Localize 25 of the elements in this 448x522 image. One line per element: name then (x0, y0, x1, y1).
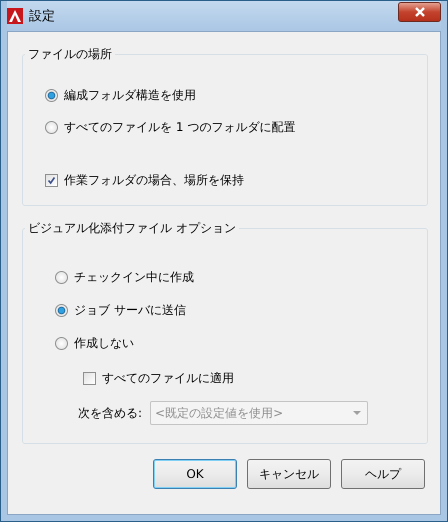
radio-label[interactable]: すべてのファイルを 1 つのフォルダに配置 (64, 119, 296, 136)
radio-button[interactable] (55, 304, 68, 317)
close-button[interactable] (398, 2, 441, 22)
radio-button[interactable] (45, 121, 58, 134)
include-label: 次を含める: (78, 404, 142, 422)
checkbox-label[interactable]: 作業フォルダの場合、場所を保持 (64, 172, 244, 189)
group-title: ファイルの場所 (27, 46, 113, 63)
checkbox[interactable] (45, 174, 58, 187)
dialog-button[interactable]: キャンセル (247, 459, 331, 489)
app-logo-icon (7, 8, 23, 24)
window-title: 設定 (29, 8, 55, 25)
radio-button[interactable] (45, 89, 58, 102)
dropdown-caret-icon (353, 411, 362, 415)
checkbox-label[interactable]: すべてのファイルに適用 (102, 370, 234, 387)
radio-label[interactable]: ジョブ サーバに送信 (74, 302, 186, 319)
radio-label[interactable]: チェックイン中に作成 (74, 269, 194, 286)
checkbox[interactable] (83, 372, 96, 385)
dialog-button[interactable]: ヘルプ (341, 459, 425, 489)
radio-label[interactable]: 作成しない (74, 335, 134, 352)
radio-button[interactable] (55, 337, 68, 350)
radio-label[interactable]: 編成フォルダ構造を使用 (64, 87, 196, 104)
radio-button[interactable] (55, 271, 68, 284)
dialog-button[interactable]: OK (153, 459, 237, 489)
close-icon (414, 7, 426, 17)
group-title: ビジュアル化添付ファイル オプション (27, 220, 237, 237)
